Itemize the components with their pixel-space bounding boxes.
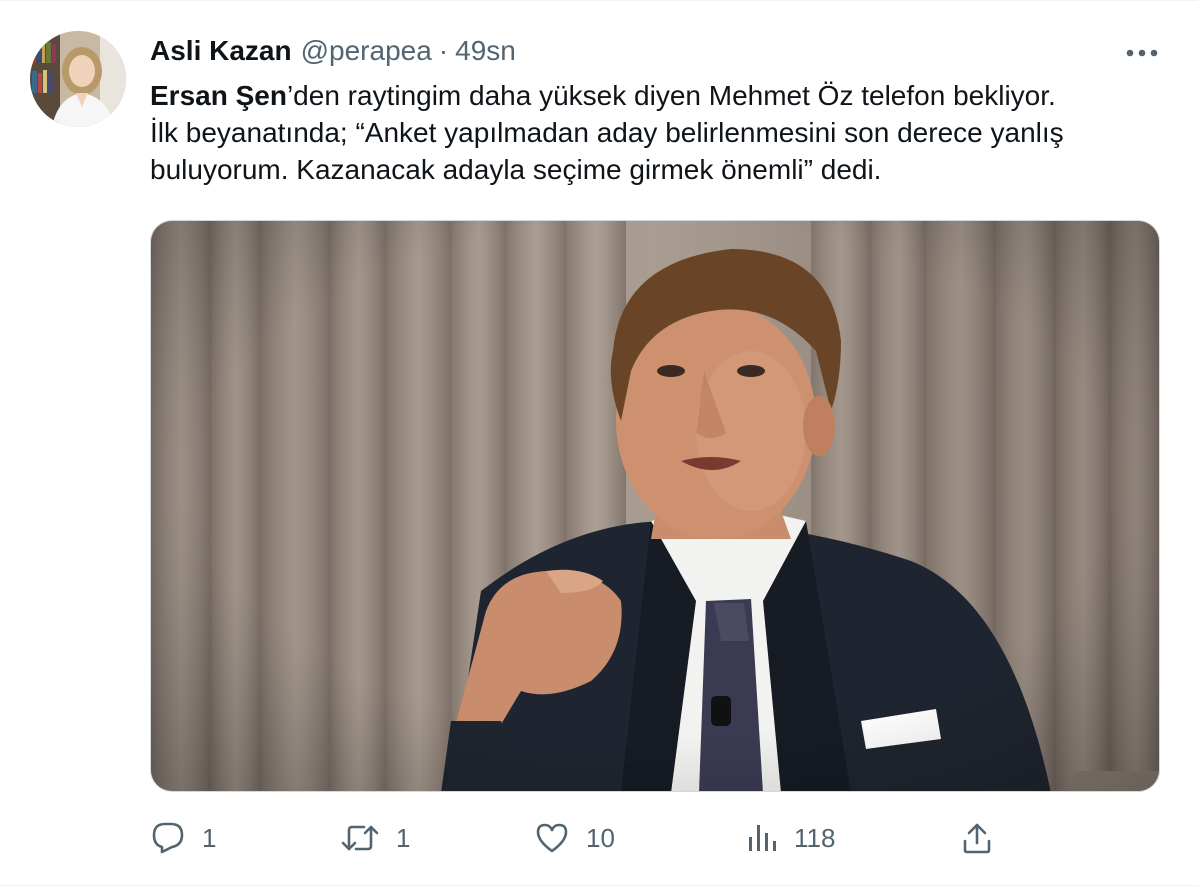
author-display-name[interactable]: Asli Kazan xyxy=(150,35,292,67)
avatar[interactable] xyxy=(30,31,126,127)
tweet-text-line-1-rest: ’den raytingim daha yüksek diyen Mehmet … xyxy=(286,80,1056,111)
tweet-text-line-1: Ersan Şen’den raytingim daha yüksek diye… xyxy=(150,77,1170,114)
mention-bold[interactable]: Ersan Şen xyxy=(150,80,287,111)
tweet-actions: 1 1 10 118 xyxy=(150,813,1010,863)
reply-icon xyxy=(150,821,186,855)
like-count: 10 xyxy=(586,822,615,853)
share-icon xyxy=(960,821,994,855)
author-handle[interactable]: @perapea xyxy=(301,35,432,67)
tweet-text: Ersan Şen’den raytingim daha yüksek diye… xyxy=(150,77,1170,188)
tweet-card[interactable]: Asli Kazan @perapea · 49sn Ersan Şen’den… xyxy=(0,0,1198,886)
tweet-text-line-3: buluyorum. Kazanacak adayla seçime girme… xyxy=(150,154,882,185)
views-button[interactable]: 118 xyxy=(746,813,835,863)
tweet-media-photo[interactable] xyxy=(150,220,1160,792)
tweet-text-line-2: İlk beyanatında; “Anket yapılmadan aday … xyxy=(150,117,1064,148)
reply-button[interactable]: 1 xyxy=(150,813,216,863)
more-icon xyxy=(1126,49,1158,57)
retweet-button[interactable]: 1 xyxy=(340,813,410,863)
separator-dot: · xyxy=(438,35,449,66)
views-count: 118 xyxy=(794,822,836,853)
avatar-image xyxy=(30,31,126,127)
like-button[interactable]: 10 xyxy=(534,813,615,863)
tweet-header: Asli Kazan @perapea · 49sn xyxy=(150,31,516,71)
retweet-icon xyxy=(340,821,380,855)
reply-count: 1 xyxy=(202,822,217,853)
heart-icon xyxy=(534,821,570,855)
timestamp[interactable]: 49sn xyxy=(455,35,516,67)
retweet-count: 1 xyxy=(396,822,411,853)
share-button[interactable] xyxy=(960,813,994,863)
more-options-button[interactable] xyxy=(1120,35,1164,71)
photo-image xyxy=(151,221,1159,791)
views-icon xyxy=(746,821,778,855)
